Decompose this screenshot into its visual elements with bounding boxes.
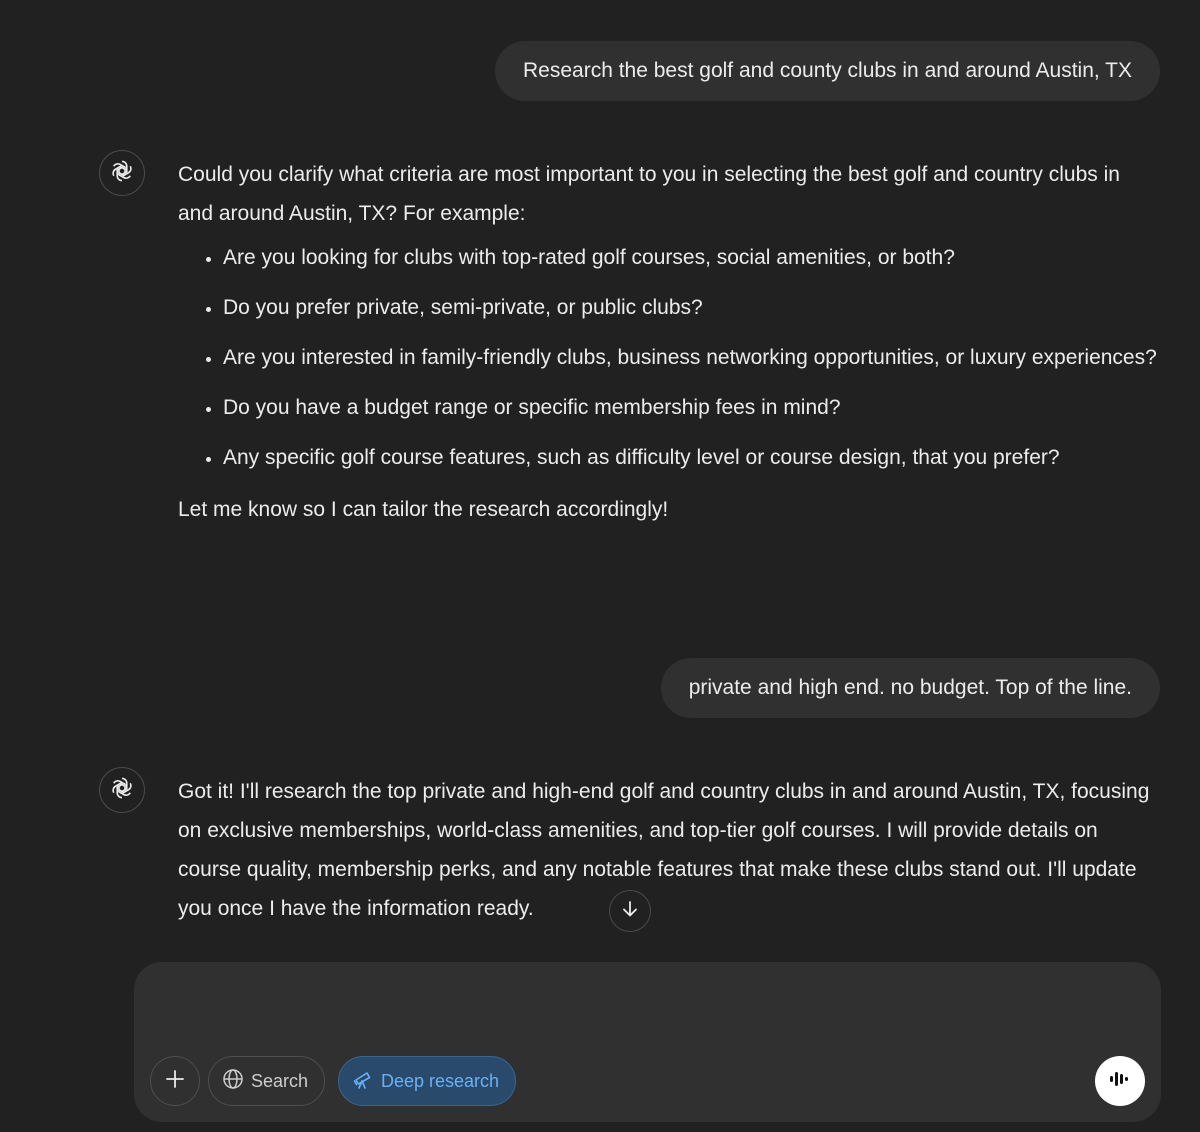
- search-button[interactable]: Search: [208, 1056, 326, 1106]
- assistant-message-text: Got it! I'll research the top private an…: [178, 780, 1150, 920]
- deep-research-button[interactable]: Deep research: [338, 1056, 517, 1106]
- scroll-to-bottom-button[interactable]: [609, 890, 651, 932]
- user-message-bubble: Research the best golf and county clubs …: [495, 41, 1160, 101]
- add-attachment-button[interactable]: [150, 1056, 200, 1106]
- assistant-avatar: [99, 150, 145, 196]
- openai-logo-icon: [109, 158, 135, 189]
- list-item: Are you looking for clubs with top-rated…: [223, 238, 1160, 277]
- list-item: Do you have a budget range or specific m…: [223, 388, 1160, 427]
- voice-mode-button[interactable]: [1095, 1056, 1145, 1106]
- arrow-down-icon: [620, 899, 640, 924]
- message-composer: Search Deep research: [134, 962, 1161, 1122]
- globe-icon: [222, 1068, 251, 1095]
- clarifying-questions-list: Are you looking for clubs with top-rated…: [178, 238, 1160, 477]
- search-button-label: Search: [251, 1070, 309, 1091]
- assistant-message-outro: Let me know so I can tailor the research…: [178, 498, 669, 521]
- voice-waveform-icon: [1107, 1066, 1133, 1097]
- message-input[interactable]: [160, 984, 1135, 1046]
- assistant-message: Could you clarify what criteria are most…: [178, 155, 1160, 529]
- assistant-message: Got it! I'll research the top private an…: [178, 772, 1160, 928]
- assistant-message-intro: Could you clarify what criteria are most…: [178, 163, 1120, 225]
- list-item: Any specific golf course features, such …: [223, 438, 1160, 477]
- list-item: Are you interested in family-friendly cl…: [223, 338, 1160, 377]
- user-message-bubble: private and high end. no budget. Top of …: [660, 658, 1160, 718]
- telescope-icon: [352, 1068, 381, 1095]
- openai-logo-icon: [109, 775, 135, 806]
- plus-icon: [164, 1068, 186, 1095]
- assistant-avatar: [99, 767, 145, 813]
- user-message-text: Research the best golf and county clubs …: [523, 59, 1132, 82]
- list-item: Do you prefer private, semi-private, or …: [223, 288, 1160, 327]
- deep-research-button-label: Deep research: [381, 1070, 500, 1091]
- user-message-text: private and high end. no budget. Top of …: [688, 676, 1132, 699]
